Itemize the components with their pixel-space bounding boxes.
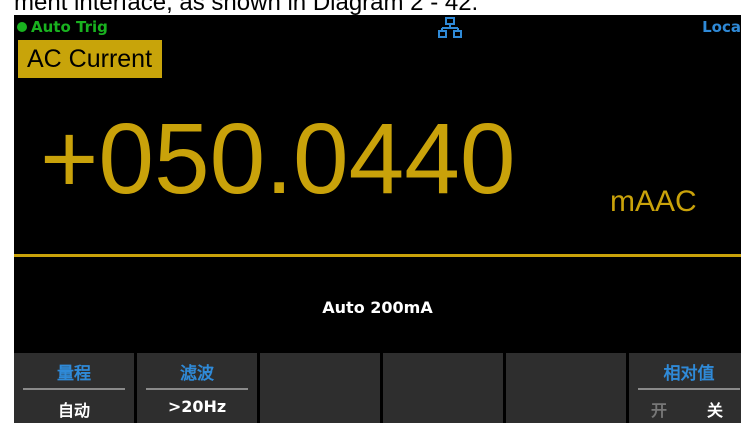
softkey-divider: [23, 388, 125, 390]
softkey-filter-title: 滤波: [180, 364, 214, 384]
multimeter-screen: Auto Trig Loca AC Current +050.0440 mAAC…: [14, 15, 741, 423]
softkey-range[interactable]: 量程 自动: [14, 353, 134, 423]
softkey-filter[interactable]: 滤波 >20Hz: [137, 353, 257, 423]
reading-unit: mAAC: [610, 185, 697, 218]
trigger-status: Auto Trig: [31, 18, 108, 36]
softkey-empty-3[interactable]: [260, 353, 380, 423]
softkey-range-value: 自动: [57, 401, 90, 420]
reading-divider: [14, 254, 741, 257]
status-bar: Auto Trig Loca: [14, 15, 741, 41]
trigger-status-dot-icon: [17, 22, 27, 32]
range-info: Auto 200mA: [322, 298, 433, 317]
softkey-relative-option-on: 开: [651, 401, 668, 420]
measurement-function-label: AC Current: [18, 40, 163, 78]
softkey-range-title: 量程: [57, 364, 91, 384]
main-reading: +050.0440: [40, 103, 516, 215]
softkey-divider: [146, 388, 248, 390]
softkey-relative-option-off: 关: [707, 401, 724, 420]
remote-local-status: Loca: [702, 18, 741, 36]
document-caption: ment interface, as shown in Diagram 2 - …: [14, 0, 479, 15]
softkey-filter-value: >20Hz: [167, 397, 227, 416]
network-lan-icon: [438, 17, 462, 38]
softkey-empty-4[interactable]: [383, 353, 503, 423]
softkey-empty-5[interactable]: [506, 353, 626, 423]
softkey-divider: [638, 388, 740, 390]
softkey-relative[interactable]: 相对值 开 关: [629, 353, 741, 423]
softkey-relative-title: 相对值: [663, 364, 715, 384]
